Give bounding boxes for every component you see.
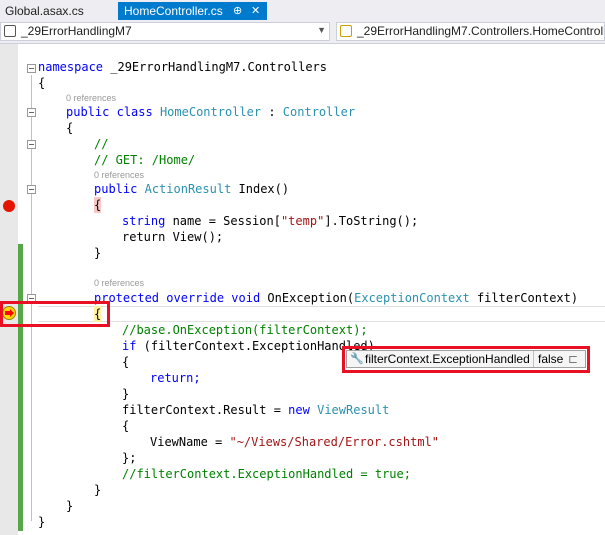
navigation-bar: _29ErrorHandlingM7 ▼ _29ErrorHandlingM7.… (0, 20, 605, 44)
code-line: { (38, 76, 46, 90)
code-line: //filterContext.ExceptionHandled = true; (122, 467, 411, 481)
project-icon (4, 25, 16, 37)
code-line: if (filterContext.ExceptionHandled) (122, 339, 375, 353)
project-dropdown-value: _29ErrorHandlingM7 (21, 24, 132, 38)
code-line: return; (150, 371, 201, 385)
code-line: { (122, 419, 130, 433)
code-line: } (38, 515, 46, 529)
codelens-references[interactable]: 0 references (66, 92, 116, 104)
codelens-references[interactable]: 0 references (94, 169, 144, 181)
code-line: // GET: /Home/ (94, 153, 196, 167)
close-icon[interactable]: ✕ (251, 2, 260, 20)
code-line: } (122, 387, 130, 401)
class-dropdown-value: _29ErrorHandlingM7.Controllers.HomeContr… (357, 24, 605, 38)
class-icon (340, 25, 352, 37)
pin-icon[interactable]: ⊕ (233, 2, 242, 20)
code-line: public ActionResult Index() (94, 182, 290, 196)
tab-global-asax[interactable]: Global.asax.cs (0, 2, 112, 20)
code-line: ViewName = "~/Views/Shared/Error.cshtml" (150, 435, 439, 449)
code-line: filterContext.Result = new ViewResult (122, 403, 390, 417)
project-dropdown[interactable]: _29ErrorHandlingM7 ▼ (0, 22, 330, 41)
code-line-breakpoint: { (94, 197, 102, 213)
codelens-references[interactable]: 0 references (94, 277, 144, 289)
code-line: string name = Session["temp"].ToString()… (122, 214, 419, 228)
code-editor[interactable]: namespace _29ErrorHandlingM7.Controllers… (0, 44, 605, 535)
code-line: } (94, 246, 102, 260)
tab-label: Global.asax.cs (5, 4, 84, 18)
change-tracking-bar (18, 244, 23, 531)
code-line: // (94, 137, 109, 151)
collapse-icon[interactable] (27, 108, 36, 117)
class-dropdown[interactable]: _29ErrorHandlingM7.Controllers.HomeContr… (336, 22, 605, 41)
code-line: { (122, 355, 130, 369)
tab-label: HomeController.cs (124, 4, 223, 18)
code-line: namespace _29ErrorHandlingM7.Controllers (38, 60, 327, 74)
code-line: } (94, 483, 102, 497)
indicator-margin[interactable] (0, 44, 18, 535)
current-line-highlight (38, 306, 605, 322)
tab-home-controller[interactable]: HomeController.cs ⊕ ✕ (118, 2, 267, 20)
collapse-icon[interactable] (27, 140, 36, 149)
code-line: public class HomeController : Controller (66, 105, 356, 119)
chevron-down-icon: ▼ (317, 25, 326, 35)
code-line: }; (122, 451, 137, 465)
code-line: return View(); (122, 230, 224, 244)
highlight-box-datatip (342, 346, 590, 373)
document-tab-bar: Global.asax.cs HomeController.cs ⊕ ✕ (0, 0, 605, 20)
breakpoint-icon[interactable] (3, 200, 15, 212)
code-line: } (66, 499, 74, 513)
code-line: //base.OnException(filterContext); (122, 323, 368, 337)
collapse-icon[interactable] (27, 64, 36, 73)
code-line: { (66, 121, 74, 135)
collapse-icon[interactable] (27, 185, 36, 194)
highlight-box-current-line (0, 301, 110, 327)
code-line: protected override void OnException(Exce… (94, 291, 579, 305)
